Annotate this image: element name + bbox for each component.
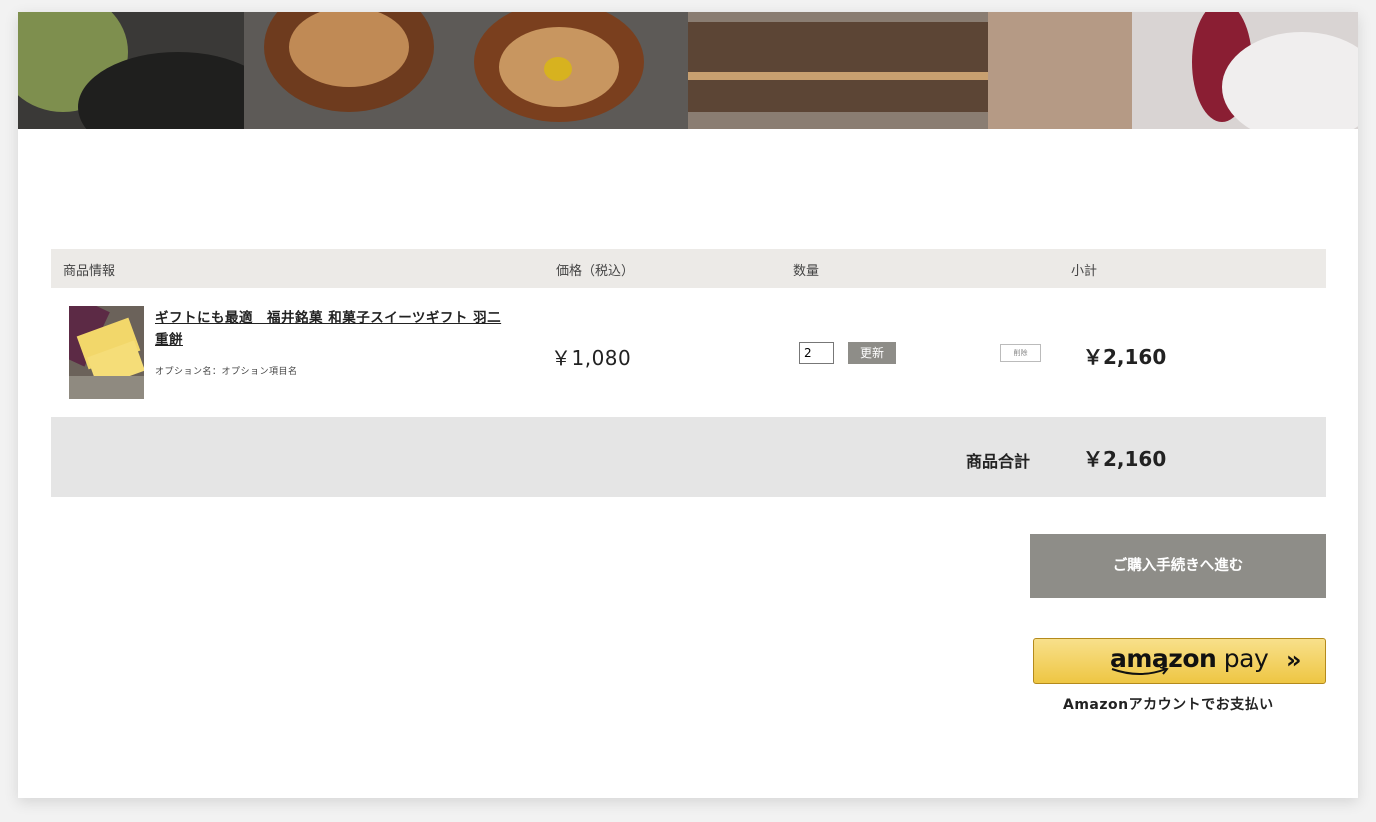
header-product-info: 商品情報 bbox=[63, 264, 116, 279]
header-subtotal: 小計 bbox=[1071, 264, 1098, 279]
chevron-right-double-icon: » bbox=[1286, 646, 1302, 674]
amazon-smile-icon bbox=[1111, 667, 1169, 675]
product-title-link[interactable]: ギフトにも最適 福井銘菓 和菓子スイーツギフト 羽二重餅 bbox=[155, 307, 515, 351]
product-thumbnail[interactable] bbox=[69, 306, 144, 399]
header-price: 価格（税込） bbox=[556, 264, 635, 279]
checkout-button[interactable]: ご購入手続きへ進む bbox=[1030, 534, 1326, 598]
banner-image-dorayaki bbox=[244, 12, 688, 129]
cart-table-header: 商品情報 価格（税込） 数量 小計 bbox=[51, 249, 1326, 288]
update-button[interactable]: 更新 bbox=[848, 342, 896, 364]
total-value: ￥2,160 bbox=[1083, 447, 1167, 471]
banner-image-mochi bbox=[1132, 12, 1358, 129]
amazon-pay-caption: Amazonアカウントでお支払い bbox=[1063, 697, 1274, 713]
quantity-input[interactable] bbox=[799, 342, 834, 364]
total-label: 商品合計 bbox=[966, 452, 1031, 471]
banner-image-cake bbox=[688, 12, 1132, 129]
cart-page: 商品情報 価格（税込） 数量 小計 ギフトにも最適 福井銘菓 和菓子スイーツギフ… bbox=[18, 12, 1358, 798]
product-option: オプション名：オプション項目名 bbox=[155, 367, 298, 377]
delete-button[interactable]: 削除 bbox=[1000, 344, 1041, 362]
banner-image-matcha bbox=[18, 12, 244, 129]
header-quantity: 数量 bbox=[793, 264, 820, 279]
row-subtotal: ￥2,160 bbox=[1083, 345, 1167, 369]
amazon-pay-button[interactable]: amazon pay » bbox=[1033, 638, 1326, 684]
product-price: ￥1,080 bbox=[551, 346, 632, 370]
header-banner bbox=[18, 12, 1358, 129]
